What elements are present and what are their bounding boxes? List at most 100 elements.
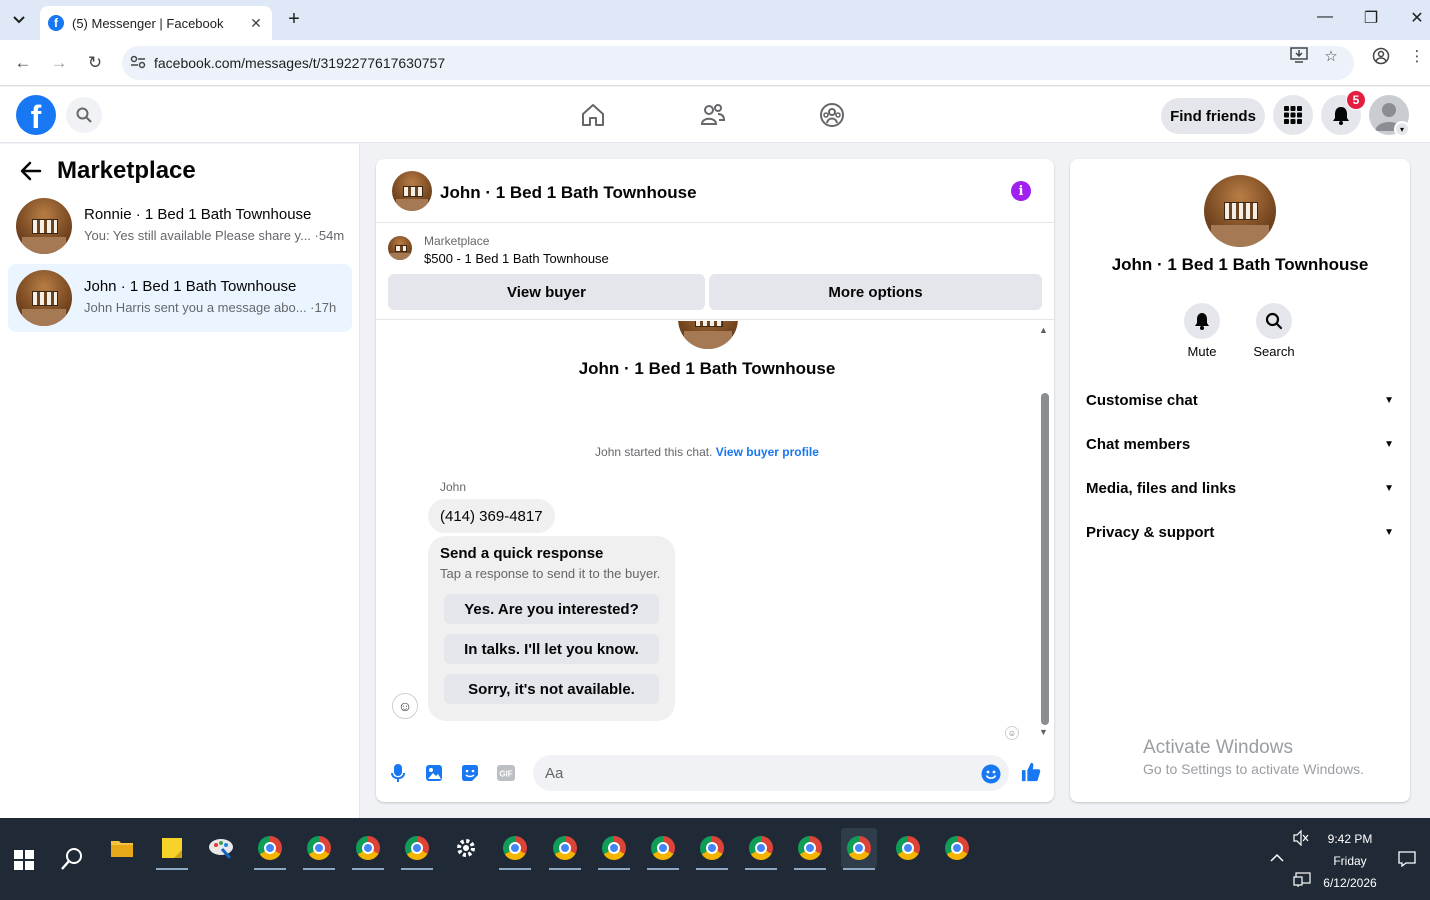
bell-icon (1333, 107, 1349, 125)
taskbar-clock[interactable]: 9:42 PM Friday 6/12/2026 (1320, 828, 1380, 894)
message-composer: GIF (376, 749, 1054, 797)
browser-menu-icon[interactable]: ⋮ (1406, 47, 1428, 65)
message-input[interactable] (533, 755, 1009, 791)
network-icon[interactable] (1293, 872, 1311, 891)
windows-start-icon[interactable] (14, 850, 34, 870)
settings-gear-icon[interactable] (448, 828, 484, 868)
chrome-profile-icon[interactable] (252, 828, 288, 870)
facebook-search-button[interactable] (66, 97, 102, 133)
info-icon[interactable]: i (1011, 181, 1031, 201)
show-hidden-icons-icon[interactable] (1270, 850, 1284, 866)
chrome-profile-icon[interactable] (939, 828, 975, 868)
chrome-profile-icon[interactable] (743, 828, 779, 870)
tab-search-button[interactable] (8, 9, 30, 31)
section-label: Chat members (1086, 435, 1191, 453)
new-tab-button[interactable]: + (282, 8, 306, 32)
section-chat-members[interactable]: Chat members ▼ (1078, 424, 1402, 464)
back-arrow-icon[interactable] (20, 160, 42, 188)
sticky-notes-icon[interactable] (154, 828, 190, 870)
search-icon (1256, 303, 1292, 339)
search-conversation-button[interactable]: Search (1244, 303, 1304, 359)
facebook-favicon-icon: f (48, 15, 64, 31)
chrome-profile-icon[interactable] (890, 828, 926, 868)
section-privacy-support[interactable]: Privacy & support ▼ (1078, 512, 1402, 552)
taskbar-search-icon[interactable] (60, 846, 86, 872)
chevron-down-icon: ▼ (1384, 526, 1394, 538)
back-arrow-icon[interactable]: ← (11, 52, 35, 74)
message-sender-name: John (440, 480, 467, 494)
chat-title[interactable]: John · 1 Bed 1 Bath Townhouse (440, 183, 697, 203)
quick-reply-button[interactable]: Yes. Are you interested? (444, 594, 659, 624)
browser-tab-messenger[interactable]: f (5) Messenger | Facebook ✕ (40, 6, 272, 40)
forward-arrow-icon[interactable]: → (47, 52, 71, 74)
view-buyer-profile-link[interactable]: View buyer profile (716, 445, 819, 459)
listing-price-title[interactable]: $500 - 1 Bed 1 Bath Townhouse (424, 251, 609, 266)
menu-grid-button[interactable] (1273, 95, 1313, 135)
install-app-icon[interactable] (1288, 47, 1310, 67)
profile-icon[interactable] (1370, 47, 1392, 69)
chrome-profile-icon[interactable] (301, 828, 337, 870)
sticker-icon[interactable] (460, 763, 480, 783)
quick-reply-button[interactable]: Sorry, it's not available. (444, 674, 659, 704)
chat-started-notice: John started this chat. View buyer profi… (376, 445, 1038, 459)
groups-icon[interactable] (818, 101, 846, 129)
friends-icon[interactable] (699, 101, 727, 129)
windows-taskbar: 9:42 PM Friday 6/12/2026 (0, 818, 1430, 900)
site-info-icon[interactable] (122, 55, 154, 72)
panel-title: Marketplace (57, 157, 196, 184)
chrome-profile-icon[interactable] (399, 828, 435, 870)
home-icon[interactable] (579, 101, 607, 129)
emoji-icon[interactable] (981, 764, 1001, 784)
chevron-down-icon: ▼ (1384, 482, 1394, 494)
section-customise-chat[interactable]: Customise chat ▼ (1078, 380, 1402, 420)
bookmark-star-icon[interactable]: ☆ (1320, 47, 1342, 65)
section-media-files-links[interactable]: Media, files and links ▼ (1078, 468, 1402, 508)
chrome-profile-icon[interactable] (547, 828, 583, 870)
message-scrollbar[interactable] (1041, 393, 1049, 725)
conversation-name: Ronnie · 1 Bed 1 Bath Townhouse (84, 206, 312, 223)
thumbs-up-icon[interactable] (1021, 762, 1041, 782)
mute-label: Mute (1187, 344, 1217, 359)
clock-date: 6/12/2026 (1323, 876, 1377, 890)
chevron-down-icon: ▼ (1384, 394, 1394, 406)
photo-icon[interactable] (424, 763, 444, 783)
microphone-icon[interactable] (388, 763, 408, 783)
quick-reply-button[interactable]: In talks. I'll let you know. (444, 634, 659, 664)
minimize-window-icon[interactable]: — (1310, 8, 1340, 26)
reload-icon[interactable]: ↻ (83, 52, 107, 74)
grid-icon (1284, 106, 1302, 124)
chrome-profile-icon[interactable] (350, 828, 386, 870)
file-explorer-icon[interactable] (104, 828, 140, 868)
chat-avatar[interactable] (392, 171, 432, 211)
address-bar[interactable]: facebook.com/messages/t/3192277617630757 (122, 46, 1354, 80)
chrome-profile-icon[interactable] (645, 828, 681, 870)
chrome-profile-icon[interactable] (694, 828, 730, 870)
scroll-down-arrow-icon[interactable]: ▼ (1039, 727, 1048, 737)
mute-button[interactable]: Mute (1172, 303, 1232, 359)
chrome-icon[interactable] (497, 828, 533, 870)
view-buyer-button[interactable]: View buyer (388, 274, 705, 310)
tab-title: (5) Messenger | Facebook (72, 15, 224, 31)
chrome-profile-icon-active[interactable] (841, 828, 877, 870)
chevron-down-icon: ▼ (1384, 438, 1394, 450)
paint-app-icon[interactable] (203, 828, 239, 868)
notification-center-icon[interactable] (1398, 851, 1416, 870)
gif-icon[interactable]: GIF (496, 763, 516, 783)
find-friends-button[interactable]: Find friends (1161, 98, 1265, 134)
close-window-icon[interactable]: ✕ (1402, 8, 1430, 28)
facebook-logo[interactable]: f (16, 95, 56, 135)
section-label: Customise chat (1086, 391, 1198, 409)
volume-muted-icon[interactable] (1293, 829, 1309, 849)
conversation-item-ronnie[interactable]: Ronnie · 1 Bed 1 Bath Townhouse You: Yes… (8, 192, 352, 260)
message-bubble[interactable]: (414) 369-4817 (428, 499, 555, 533)
more-options-button[interactable]: More options (709, 274, 1042, 310)
conversation-item-john[interactable]: John · 1 Bed 1 Bath Townhouse John Harri… (8, 264, 352, 332)
restore-window-icon[interactable]: ❐ (1356, 8, 1386, 28)
url-text: facebook.com/messages/t/3192277617630757 (154, 55, 446, 71)
chrome-profile-icon[interactable] (596, 828, 632, 870)
scroll-up-arrow-icon[interactable]: ▲ (1039, 325, 1048, 335)
chrome-profile-icon[interactable] (792, 828, 828, 870)
account-chevron-down-icon[interactable]: ▾ (1394, 121, 1410, 137)
close-tab-icon[interactable]: ✕ (248, 15, 264, 32)
section-label: Media, files and links (1086, 479, 1237, 497)
